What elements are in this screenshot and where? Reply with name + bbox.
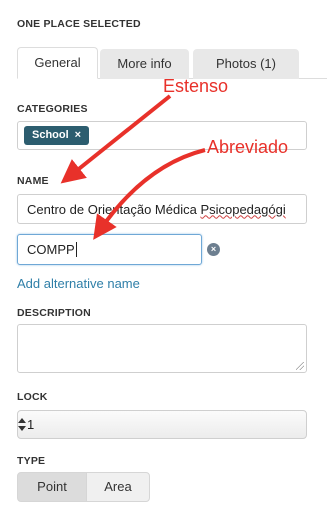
select-arrows-icon xyxy=(18,418,26,431)
type-label: TYPE xyxy=(17,455,46,467)
add-alternative-name-link[interactable]: Add alternative name xyxy=(17,276,140,291)
tab-more-info[interactable]: More info xyxy=(100,49,189,79)
chip-remove-icon[interactable]: × xyxy=(75,126,81,145)
lock-selected-value: 1 xyxy=(27,417,35,432)
category-chip-label: School xyxy=(32,129,69,141)
alternative-name-input[interactable]: COMPP xyxy=(17,234,202,265)
type-area-button[interactable]: Area xyxy=(86,472,150,502)
tab-general[interactable]: General xyxy=(17,47,98,79)
remove-alternative-icon[interactable]: × xyxy=(207,243,220,256)
panel-title: ONE PLACE SELECTED xyxy=(17,18,141,30)
categories-label: CATEGORIES xyxy=(17,103,88,115)
name-input[interactable]: Centro de Orientação Médica Psicopedagóg… xyxy=(17,194,307,224)
tab-photos[interactable]: Photos (1) xyxy=(193,49,299,79)
lock-label: LOCK xyxy=(17,391,48,403)
name-label: NAME xyxy=(17,175,49,187)
type-point-button[interactable]: Point xyxy=(17,472,87,502)
annotation-estenso: Estenso xyxy=(163,76,229,96)
name-value-misspelled: Psicopedagógi xyxy=(200,201,286,217)
lock-select[interactable]: 1 xyxy=(17,410,307,439)
resize-handle-icon[interactable] xyxy=(296,362,304,370)
description-textarea[interactable] xyxy=(17,324,307,373)
tab-bar: General More info Photos (1) xyxy=(17,47,327,79)
text-cursor xyxy=(75,242,77,257)
name-value-prefix: Centro de Orientação Médica xyxy=(27,201,201,217)
annotation-abreviado: Abreviado xyxy=(207,137,289,157)
description-label: DESCRIPTION xyxy=(17,307,91,319)
category-chip[interactable]: School × xyxy=(24,126,90,145)
alternative-name-value: COMPP xyxy=(27,242,75,257)
